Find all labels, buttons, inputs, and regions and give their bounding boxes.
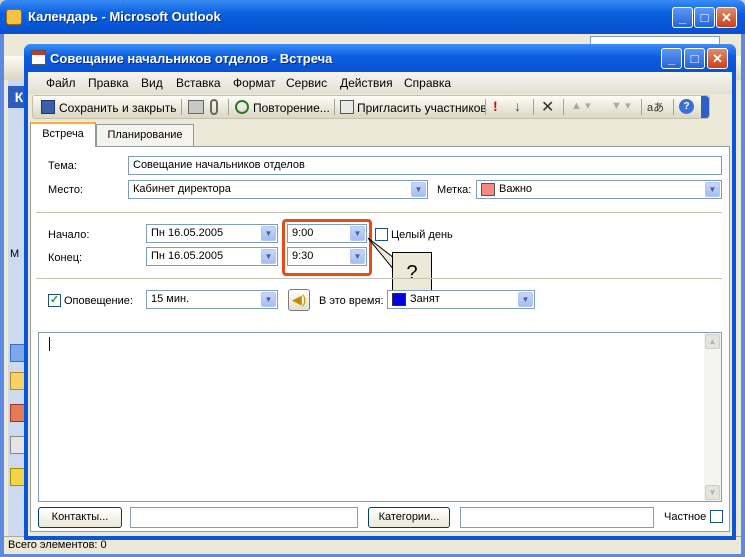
importance-low-icon[interactable]: ↓ — [514, 98, 521, 114]
all-day-label: Целый день — [391, 229, 453, 241]
toolbar-separator — [181, 99, 182, 115]
subject-label: Тема: — [48, 160, 77, 172]
minimize-button[interactable]: _ — [672, 7, 693, 28]
outer-window-title: Календарь - Microsoft Outlook — [28, 9, 221, 24]
speaker-icon[interactable]: ◀) — [288, 289, 310, 311]
dialog-close-button[interactable]: ✕ — [707, 48, 728, 69]
print-icon[interactable] — [188, 100, 204, 114]
status-text: Всего элементов: 0 — [8, 539, 107, 551]
outer-title-bar: Календарь - Microsoft Outlook _ □ ✕ — [0, 0, 745, 34]
save-icon — [41, 100, 55, 114]
divider — [36, 212, 722, 213]
scroll-up-arrow[interactable]: ▲ — [705, 334, 720, 349]
location-label: Место: — [48, 184, 83, 196]
attach-icon[interactable] — [210, 99, 218, 115]
show-as-label: В это время: — [319, 295, 384, 307]
invite-icon — [340, 100, 354, 114]
contacts-field[interactable] — [130, 507, 358, 528]
text-cursor — [49, 337, 50, 351]
translate-icon[interactable]: aあ — [647, 99, 664, 115]
save-close-button[interactable]: Сохранить и закрыть — [59, 101, 176, 115]
location-field[interactable]: Кабинет директора ▼ — [128, 180, 428, 199]
previous-item-icon[interactable]: ▲ ▾ — [571, 99, 590, 112]
show-as-color-swatch — [392, 293, 406, 306]
delete-icon[interactable]: ✕ — [541, 97, 554, 117]
menu-file[interactable]: Файл — [46, 76, 76, 90]
scroll-down-arrow[interactable]: ▼ — [705, 485, 720, 500]
end-date-field[interactable]: Пн 16.05.2005 ▼ — [146, 247, 278, 266]
toolbar-separator — [485, 99, 486, 115]
menu-actions[interactable]: Действия — [340, 76, 393, 90]
help-icon[interactable]: ? — [679, 99, 694, 114]
dialog-title-bar: Совещание начальников отделов - Встреча … — [24, 44, 736, 72]
menu-edit[interactable]: Правка — [88, 76, 129, 90]
contacts-button[interactable]: Контакты... — [38, 507, 122, 528]
end-date-value: Пн 16.05.2005 — [151, 250, 224, 262]
show-as-select[interactable]: Занят ▼ — [387, 290, 535, 309]
reminder-select[interactable]: 15 мин. ▼ — [146, 290, 278, 309]
menu-format[interactable]: Формат — [233, 76, 276, 90]
start-label: Начало: — [48, 229, 90, 241]
reminder-label: Оповещение: — [64, 295, 133, 307]
dialog-maximize-button[interactable]: □ — [684, 48, 705, 69]
label-select[interactable]: Важно ▼ — [476, 180, 722, 199]
maximize-button[interactable]: □ — [694, 7, 715, 28]
label-value: Важно — [499, 183, 533, 195]
time-fields-highlight — [282, 219, 372, 276]
reminder-value: 15 мин. — [151, 293, 190, 305]
private-label: Частное — [664, 511, 707, 523]
dialog-minimize-button[interactable]: _ — [661, 48, 682, 69]
menu-insert[interactable]: Вставка — [176, 76, 221, 90]
subject-field[interactable]: Совещание начальников отделов — [128, 156, 722, 175]
menu-help[interactable]: Справка — [404, 76, 451, 90]
toolbar-separator — [641, 99, 642, 115]
recurrence-icon — [235, 100, 249, 114]
chevron-down-icon[interactable]: ▼ — [518, 292, 533, 307]
importance-high-icon[interactable]: ! — [493, 98, 498, 114]
start-date-field[interactable]: Пн 16.05.2005 ▼ — [146, 224, 278, 243]
toolbar-separator — [673, 99, 674, 115]
menu-view[interactable]: Вид — [141, 76, 163, 90]
nav-label: М — [10, 248, 20, 260]
chevron-down-icon[interactable]: ▼ — [261, 226, 276, 241]
notes-textarea[interactable] — [38, 332, 722, 502]
dialog-menubar: Файл Правка Вид Вставка Формат Сервис Де… — [28, 72, 732, 94]
notes-scrollbar[interactable]: ▲ ▼ — [704, 333, 721, 501]
recurrence-button[interactable]: Повторение... — [253, 101, 330, 115]
invite-attendees-button[interactable]: Пригласить участников — [357, 101, 487, 115]
end-label: Конец: — [48, 252, 83, 264]
reminder-checkbox[interactable]: ✓ — [48, 294, 61, 307]
label-color-swatch — [481, 183, 495, 196]
toolbar-separator — [334, 99, 335, 115]
start-date-value: Пн 16.05.2005 — [151, 227, 224, 239]
chevron-down-icon[interactable]: ▼ — [705, 182, 720, 197]
toolbar-separator — [563, 99, 564, 115]
next-item-icon[interactable]: ▼ ▾ — [611, 99, 630, 112]
categories-button[interactable]: Категории... — [368, 507, 450, 528]
dialog-toolbar: Сохранить и закрыть Повторение... Пригла… — [32, 95, 710, 119]
chevron-down-icon[interactable]: ▼ — [411, 182, 426, 197]
dialog-tabs: Встреча Планирование — [28, 122, 732, 147]
tab-appointment[interactable]: Встреча — [30, 122, 96, 147]
tab-scheduling[interactable]: Планирование — [96, 124, 194, 146]
categories-field[interactable] — [460, 507, 654, 528]
show-as-value: Занят — [410, 293, 440, 305]
close-button[interactable]: ✕ — [716, 7, 737, 28]
divider — [36, 278, 722, 279]
toolbar-separator — [533, 99, 534, 115]
appointment-icon — [31, 50, 46, 65]
question-callout: ? — [392, 252, 432, 294]
chevron-down-icon[interactable]: ▼ — [261, 292, 276, 307]
chevron-down-icon[interactable]: ▼ — [261, 249, 276, 264]
label-label: Метка: — [437, 184, 472, 196]
private-checkbox[interactable] — [710, 510, 723, 523]
calendar-app-icon — [6, 9, 22, 25]
menu-tools[interactable]: Сервис — [286, 76, 327, 90]
toolbar-separator — [228, 99, 229, 115]
toolbar-options-icon[interactable] — [701, 96, 709, 118]
dialog-title: Совещание начальников отделов - Встреча — [50, 51, 333, 66]
location-value: Кабинет директора — [133, 183, 231, 195]
